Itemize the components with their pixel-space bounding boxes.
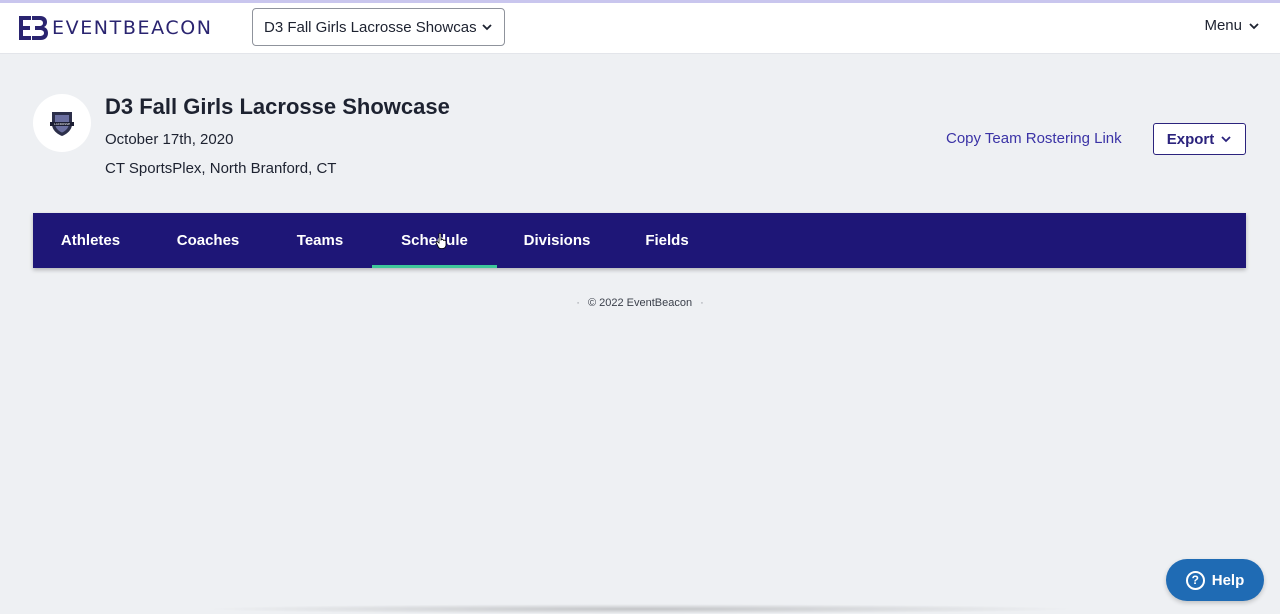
help-label: Help: [1211, 571, 1245, 589]
footer-copyright: © 2022 EventBeacon: [587, 297, 693, 309]
help-button[interactable]: ? Help: [1166, 559, 1264, 601]
logo-text: EVENTBEACON: [52, 17, 213, 39]
eventbeacon-logo[interactable]: EVENTBEACON: [17, 14, 213, 42]
event-location: CT SportsPlex, North Branford, CT: [105, 160, 337, 177]
chevron-down-icon: [1249, 22, 1259, 29]
event-date: October 17th, 2020: [105, 131, 234, 148]
export-label: Export: [1166, 130, 1215, 148]
page-footer: · © 2022 EventBeacon ·: [576, 297, 704, 309]
pointer-cursor-icon: [435, 233, 447, 249]
event-selector-dropdown[interactable]: D3 Fall Girls Lacrosse Showcase: [252, 8, 505, 46]
svg-text:LACROSSE: LACROSSE: [54, 122, 70, 126]
tab-fields[interactable]: Fields: [617, 213, 717, 268]
event-selector-value: D3 Fall Girls Lacrosse Showcase: [264, 18, 476, 36]
question-icon: ?: [1185, 570, 1205, 590]
lacrosse-crest-icon: LACROSSE: [50, 112, 74, 136]
eventbeacon-logo-icon: [19, 16, 48, 40]
event-logo-badge: LACROSSE: [33, 94, 91, 152]
event-title: D3 Fall Girls Lacrosse Showcase: [105, 94, 450, 119]
tab-coaches[interactable]: Coaches: [148, 213, 268, 268]
tab-teams[interactable]: Teams: [268, 213, 372, 268]
menu-label: Menu: [1204, 17, 1242, 34]
chevron-down-icon: [1221, 136, 1231, 143]
tab-divisions[interactable]: Divisions: [497, 213, 617, 268]
bottom-shadow: [200, 604, 1080, 614]
menu-button[interactable]: Menu: [1204, 17, 1260, 34]
copy-team-rostering-link[interactable]: Copy Team Rostering Link: [946, 130, 1122, 147]
export-button[interactable]: Export: [1153, 123, 1246, 155]
top-header: EVENTBEACON D3 Fall Girls Lacrosse Showc…: [0, 3, 1280, 54]
tab-athletes[interactable]: Athletes: [33, 213, 148, 268]
event-tabs-nav: Athletes Coaches Teams Schedule Division…: [33, 213, 1246, 268]
chevron-down-icon: [482, 24, 492, 31]
